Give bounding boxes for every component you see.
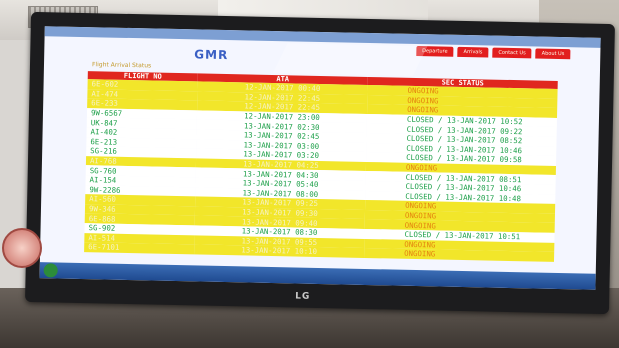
- round-sticker: [2, 228, 42, 268]
- nav-tabs: Departure Arrivals Contact Us About Us: [416, 45, 571, 60]
- nav-tab[interactable]: Arrivals: [457, 46, 489, 58]
- tv-brand-logo: LG: [295, 291, 311, 302]
- table-body: 6E-602 12-JAN-2017 00:40 ONGOING AI-474 12-J…: [84, 79, 558, 262]
- screen-glare: [272, 43, 428, 76]
- flight-status-table: FLIGHT NO ATA SEC STATUS 6E-602 12-JAN-20…: [84, 71, 558, 262]
- nav-tab[interactable]: Contact Us: [492, 47, 532, 59]
- flight-no-cell: 6E-7101: [84, 242, 195, 255]
- tv-monitor: GMR Departure Arrivals Contact Us About …: [25, 11, 615, 315]
- page-subtitle: Flight Arrival Status: [91, 61, 152, 70]
- gmr-logo: GMR: [194, 47, 229, 63]
- taskbar: [39, 262, 596, 290]
- start-button-icon[interactable]: [43, 263, 58, 278]
- nav-tab[interactable]: About Us: [535, 48, 571, 60]
